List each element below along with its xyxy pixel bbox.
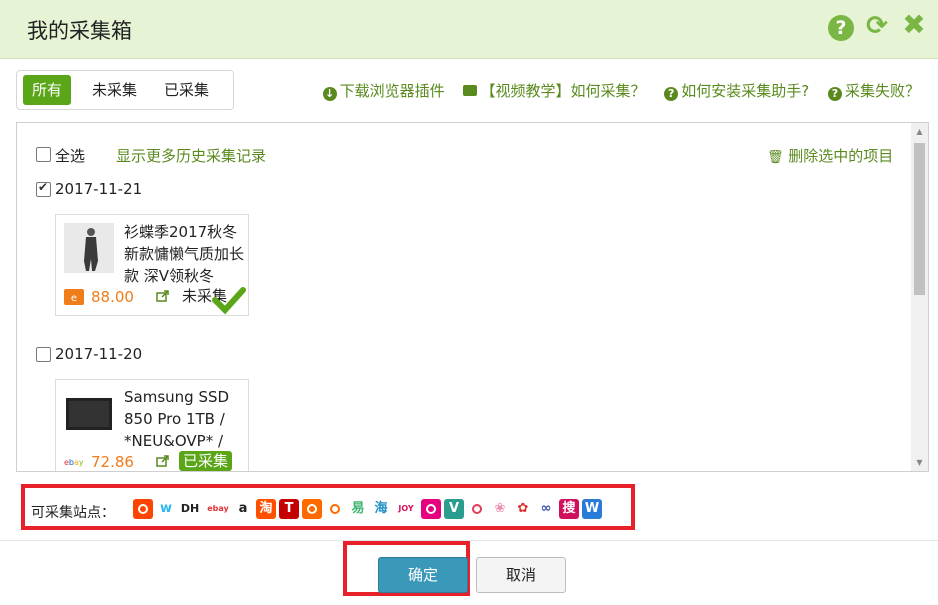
help-links: ↓ 下载浏览器插件 【视频教学】如何采集？ ? 如何安装采集助手? ? 采集失败？ bbox=[309, 80, 920, 102]
alibaba-icon[interactable] bbox=[302, 499, 322, 519]
group-checkbox[interactable] bbox=[36, 180, 51, 197]
flower-icon[interactable]: ✿ bbox=[513, 499, 533, 519]
sakura-icon[interactable]: ❀ bbox=[490, 499, 510, 519]
tab-uncollected[interactable]: 未采集 bbox=[83, 75, 146, 105]
show-more-history-link[interactable]: 显示更多历史采集记录 bbox=[116, 145, 266, 166]
share-icon[interactable] bbox=[156, 290, 170, 302]
dialog-header: 我的采集箱 ? ⟳ ✖ bbox=[0, 0, 938, 59]
tmall-icon[interactable]: T bbox=[279, 499, 299, 519]
tab-all[interactable]: 所有 bbox=[23, 75, 72, 105]
supported-sites-bar: 可采集站点： w DH ebay a 淘 T 易海 JOY V ❀ ✿ ∞ 搜 W bbox=[21, 484, 635, 530]
ebay-icon: ebay bbox=[64, 458, 84, 467]
close-icon[interactable]: ✖ bbox=[901, 11, 927, 39]
dhgate-icon[interactable]: DH bbox=[179, 499, 201, 519]
aliexpress-mark bbox=[330, 503, 340, 514]
wish-icon[interactable]: w bbox=[156, 499, 176, 519]
scroll-down-arrow-icon[interactable]: ▼ bbox=[911, 454, 928, 471]
kaola-icon[interactable] bbox=[421, 499, 441, 519]
help-icon[interactable]: ? bbox=[828, 15, 854, 41]
product-title: Samsung SSD 850 Pro 1TB / *NEU&OVP* / bbox=[124, 388, 230, 450]
checkmark-icon bbox=[212, 287, 246, 315]
svg-text:e: e bbox=[71, 293, 77, 304]
download-plugin-label: 下载浏览器插件 bbox=[339, 82, 445, 100]
sou-icon[interactable]: 搜 bbox=[559, 499, 579, 519]
product-card[interactable]: 衫蝶季2017秋冬新款慵懒气质加长款 深V领秋冬 e 88.00 未采集 bbox=[55, 214, 249, 316]
yi-icon[interactable]: 易 bbox=[348, 499, 368, 519]
smile-mark bbox=[472, 503, 482, 514]
alibaba-mark bbox=[307, 503, 317, 514]
refresh-icon[interactable]: ⟳ bbox=[864, 13, 890, 39]
install-helper-link[interactable]: ? 如何安装采集助手? bbox=[664, 82, 810, 101]
cancel-button[interactable]: 取消 bbox=[476, 557, 566, 593]
ebay-icon[interactable]: ebay bbox=[206, 499, 230, 519]
supported-sites-label: 可采集站点： bbox=[31, 505, 115, 521]
group-checkbox[interactable] bbox=[36, 347, 51, 362]
group-date: 2017-11-20 bbox=[55, 345, 143, 363]
question-icon: ? bbox=[827, 87, 842, 101]
ok-button[interactable]: 确定 bbox=[378, 557, 468, 593]
select-all-checkbox[interactable] bbox=[36, 147, 51, 162]
dialog-title: 我的采集箱 bbox=[27, 19, 132, 43]
vip-icon[interactable]: V bbox=[444, 499, 464, 519]
collect-failed-label: 采集失败？ bbox=[844, 82, 920, 100]
collection-list-panel: 全选 显示更多历史采集记录 🗑 删除选中的项目 2017-11-21 衫蝶季20… bbox=[16, 122, 929, 472]
smile-icon[interactable] bbox=[467, 499, 487, 519]
product-price: 72.86 bbox=[91, 453, 134, 471]
collect-failed-link[interactable]: ? 采集失败？ bbox=[827, 82, 920, 101]
kaola-mark bbox=[426, 503, 436, 514]
product-thumbnail bbox=[64, 388, 114, 438]
group-date: 2017-11-21 bbox=[55, 180, 143, 198]
joy-icon[interactable]: JOY bbox=[394, 499, 418, 519]
svg-text:ebay: ebay bbox=[64, 458, 84, 467]
alibaba-icon: e bbox=[64, 289, 84, 305]
taobao-mark bbox=[138, 503, 148, 514]
product-title: 衫蝶季2017秋冬新款慵懒气质加长款 深V领秋冬 bbox=[124, 223, 245, 285]
product-thumbnail bbox=[64, 223, 114, 273]
install-helper-label: 如何安装采集助手? bbox=[681, 82, 810, 100]
download-plugin-link[interactable]: ↓ 下载浏览器插件 bbox=[322, 82, 445, 101]
w-icon[interactable]: W bbox=[582, 499, 602, 519]
scroll-up-arrow-icon[interactable]: ▲ bbox=[911, 123, 928, 140]
scrollbar-thumb[interactable] bbox=[914, 143, 925, 295]
video-tutorial-label: 【视频教学】如何采集？ bbox=[480, 82, 646, 100]
product-price: 88.00 bbox=[91, 288, 134, 306]
delete-selected-link[interactable]: 🗑 删除选中的项目 bbox=[767, 145, 893, 166]
aliexpress-icon[interactable] bbox=[325, 499, 345, 519]
tao-icon[interactable]: 淘 bbox=[256, 499, 276, 519]
video-camera-icon bbox=[463, 85, 478, 96]
trash-icon: 🗑 bbox=[767, 150, 784, 165]
list-scrollbar[interactable]: ▲ ▼ bbox=[911, 123, 928, 471]
filter-tabs: 所有 未采集 已采集 bbox=[16, 70, 234, 110]
select-all-label: 全选 bbox=[55, 147, 86, 165]
question-icon: ? bbox=[664, 87, 679, 101]
collection-box-dialog: 我的采集箱 ? ⟳ ✖ 所有 未采集 已采集 ↓ 下载浏览器插件 【视频教学】如何… bbox=[0, 0, 938, 605]
infinity-icon[interactable]: ∞ bbox=[536, 499, 556, 519]
taobao-icon[interactable] bbox=[133, 499, 153, 519]
share-icon[interactable] bbox=[156, 455, 170, 467]
cloud-download-icon: ↓ bbox=[322, 87, 337, 101]
collect-status: 已采集 bbox=[179, 451, 233, 471]
amazon-icon[interactable]: a bbox=[233, 499, 253, 519]
tab-collected[interactable]: 已采集 bbox=[155, 75, 218, 105]
video-tutorial-link[interactable]: 【视频教学】如何采集？ bbox=[463, 82, 645, 100]
delete-selected-label: 删除选中的项目 bbox=[788, 147, 894, 165]
product-card[interactable]: Samsung SSD 850 Pro 1TB / *NEU&OVP* / eb… bbox=[55, 379, 249, 471]
hai-icon[interactable]: 海 bbox=[371, 499, 391, 519]
